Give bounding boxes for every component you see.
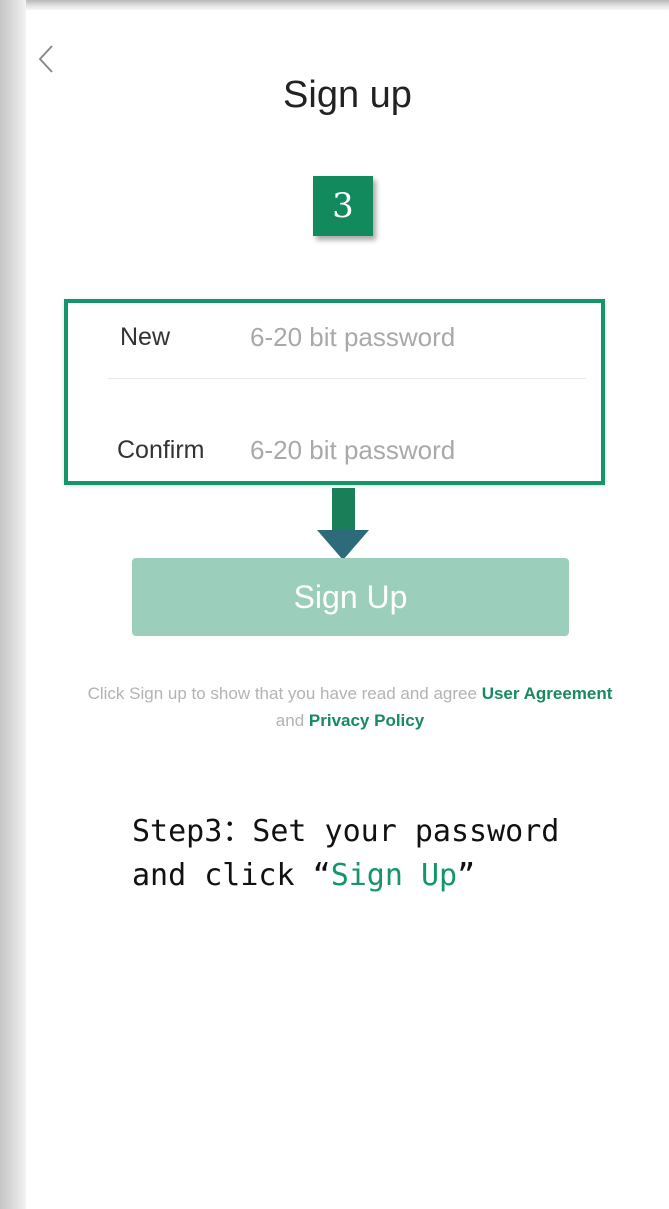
confirm-password-label: Confirm	[117, 436, 205, 464]
field-divider	[108, 378, 586, 379]
down-arrow-head-icon	[317, 530, 369, 560]
new-password-label: New	[120, 323, 171, 351]
instruction-close-quote: ”	[457, 858, 476, 893]
privacy-policy-link[interactable]: Privacy Policy	[309, 711, 424, 730]
new-password-input[interactable]	[250, 320, 580, 354]
user-agreement-link[interactable]: User Agreement	[482, 684, 613, 703]
step-number-badge: 3	[313, 176, 373, 236]
page-title: Sign up	[283, 74, 412, 116]
back-button[interactable]	[34, 42, 60, 76]
window-top-border	[0, 0, 669, 10]
down-arrow-icon	[332, 488, 355, 532]
chevron-left-icon	[38, 45, 53, 73]
instruction-highlight: Sign Up	[330, 858, 458, 893]
sign-up-button[interactable]: Sign Up	[132, 558, 569, 636]
agreement-and-text: and	[275, 711, 305, 730]
agreement-text: Click Sign up to show that you have read…	[87, 684, 477, 703]
window-left-border	[0, 0, 26, 1209]
instruction-open-quote: “	[312, 858, 331, 893]
instruction-line-2: and click “Sign Up”	[132, 854, 632, 898]
instruction-prefix: and click	[132, 858, 295, 893]
agreement-notice: Click Sign up to show that you have read…	[80, 680, 620, 734]
step-instruction: Step3：Set your password and click “Sign …	[132, 810, 632, 898]
confirm-password-input[interactable]	[250, 433, 580, 467]
instruction-line-1: Step3：Set your password	[132, 814, 560, 849]
